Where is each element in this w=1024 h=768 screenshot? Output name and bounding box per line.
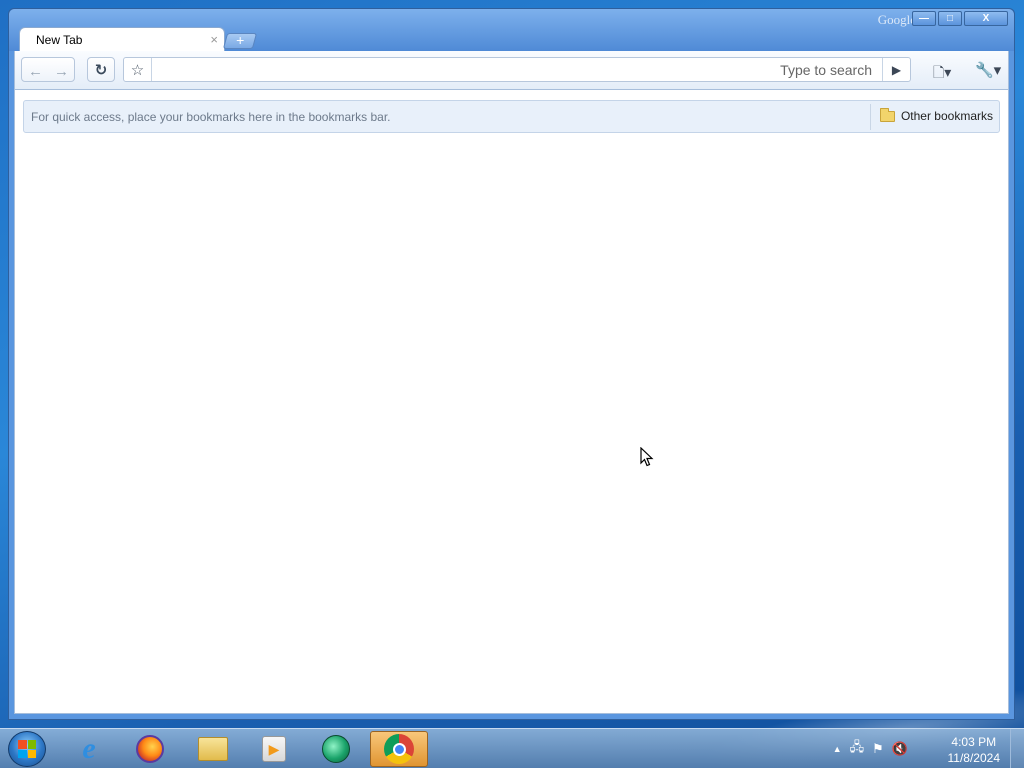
browser-window: Google — □ X New Tab × + ← → ↻ ☆ ▶ 🗋▾ 🔧▾…	[8, 8, 1015, 720]
clock-date: 11/8/2024	[947, 751, 1001, 765]
omnibox: ☆ ▶	[123, 57, 911, 82]
firefox-icon	[136, 735, 164, 763]
bookmarks-bar-hint: For quick access, place your bookmarks h…	[31, 110, 391, 124]
clock-time: 4:03 PM	[951, 735, 997, 749]
back-forward-group: ← →	[21, 57, 75, 82]
folder-explorer-icon	[198, 737, 228, 761]
tab-close-icon[interactable]: ×	[210, 32, 218, 47]
plus-icon: +	[236, 32, 245, 48]
taskbar-green-app[interactable]	[307, 731, 365, 767]
page-content[interactable]: For quick access, place your bookmarks h…	[14, 89, 1009, 714]
page-menu-icon[interactable]: 🗋▾	[933, 62, 951, 86]
action-center-flag-icon[interactable]: ⚑	[872, 741, 884, 757]
reload-button[interactable]: ↻	[87, 57, 115, 82]
other-bookmarks-label: Other bookmarks	[900, 109, 993, 123]
title-bar[interactable]: Google — □ X New Tab × +	[9, 9, 1014, 52]
tab-title: New Tab	[36, 33, 83, 47]
network-icon[interactable]: 🖧	[850, 738, 865, 760]
window-controls: — □ X	[912, 11, 1008, 26]
go-button[interactable]: ▶	[882, 58, 910, 81]
show-desktop-button[interactable]	[1010, 729, 1024, 768]
windows-logo-icon	[18, 740, 36, 758]
taskbar-internet-explorer[interactable]: e	[60, 731, 118, 767]
bookmarks-bar: For quick access, place your bookmarks h…	[23, 100, 1000, 133]
volume-muted-icon[interactable]: 🔇	[892, 741, 908, 757]
start-button[interactable]	[8, 731, 46, 767]
taskbar-windows-explorer[interactable]	[184, 731, 242, 767]
back-button[interactable]: ←	[28, 60, 43, 82]
media-player-icon: ▶	[262, 736, 286, 762]
bookmark-star-icon[interactable]: ☆	[124, 58, 152, 81]
maximize-button[interactable]: □	[938, 11, 962, 26]
google-brand-label: Google	[877, 12, 916, 27]
address-search-input[interactable]	[154, 59, 878, 80]
taskbar-firefox[interactable]	[121, 731, 179, 767]
minimize-button[interactable]: —	[912, 11, 936, 26]
close-button[interactable]: X	[964, 11, 1008, 26]
taskbar: e ▶ ▲ 🖧 ⚑ 🔇 4:03 PM 11/8/2024	[0, 728, 1024, 768]
new-tab-button[interactable]: +	[222, 32, 258, 49]
bookmarks-divider	[870, 104, 871, 130]
green-app-icon	[322, 735, 350, 763]
tab-new-tab[interactable]: New Tab ×	[19, 27, 225, 52]
clock[interactable]: 4:03 PM 11/8/2024	[948, 734, 1001, 766]
chrome-icon	[384, 734, 414, 764]
taskbar-chrome[interactable]	[370, 731, 428, 767]
internet-explorer-icon: e	[82, 732, 96, 765]
navigation-toolbar: ← → ↻ ☆ ▶ 🗋▾ 🔧▾	[14, 51, 1009, 89]
taskbar-media-player[interactable]: ▶	[245, 731, 303, 767]
forward-button[interactable]: →	[54, 60, 69, 82]
folder-icon	[879, 107, 895, 122]
show-hidden-icons-icon[interactable]: ▲	[833, 744, 842, 754]
other-bookmarks-button[interactable]: Other bookmarks	[879, 107, 993, 123]
wrench-menu-icon[interactable]: 🔧▾	[975, 61, 1001, 79]
